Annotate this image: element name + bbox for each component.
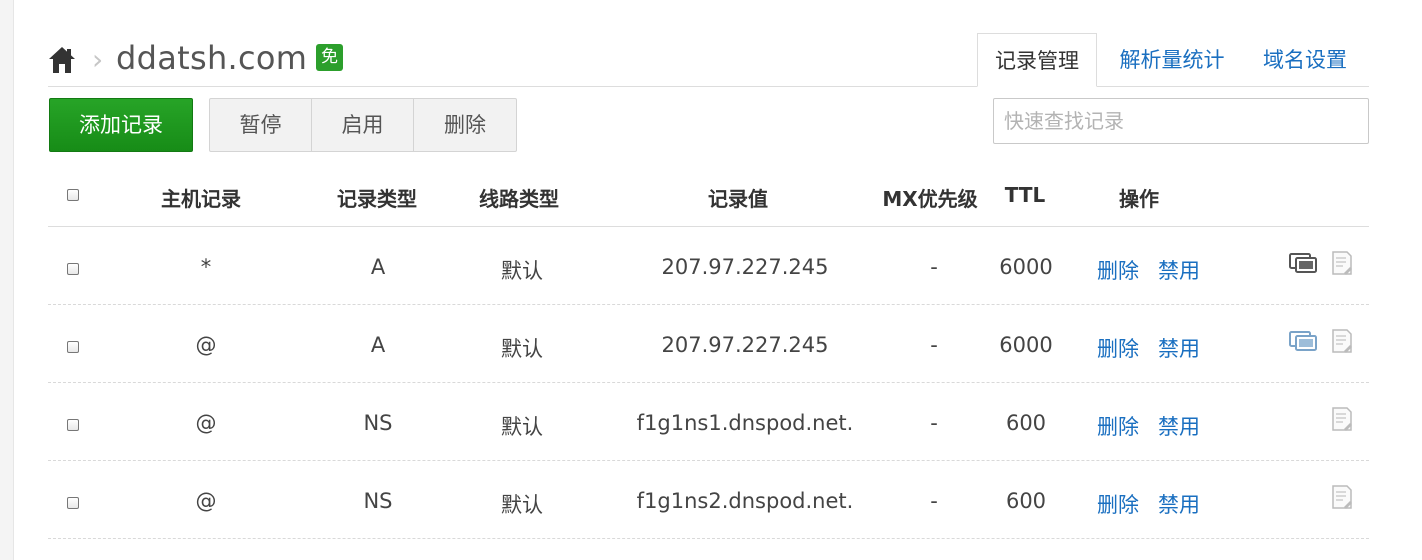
cell-type: A bbox=[370, 255, 386, 279]
cell-mx: - bbox=[930, 489, 938, 513]
row-disable-link[interactable]: 禁用 bbox=[1158, 333, 1200, 363]
table-row: @ A 默认 207.97.227.245 - 6000 删除 禁用 bbox=[48, 305, 1369, 383]
cell-ttl: 6000 bbox=[999, 333, 1053, 357]
cell-value: f1g1ns1.dnspod.net. bbox=[636, 411, 854, 435]
col-ops-header: 操作 bbox=[1119, 187, 1159, 211]
add-record-button[interactable]: 添加记录 bbox=[49, 98, 193, 152]
remark-icon[interactable] bbox=[1331, 251, 1353, 275]
remark-icon[interactable] bbox=[1331, 407, 1353, 431]
row-disable-link[interactable]: 禁用 bbox=[1158, 411, 1200, 441]
pause-button[interactable]: 暂停 bbox=[210, 99, 312, 151]
home-icon[interactable] bbox=[48, 45, 76, 75]
cell-mx: - bbox=[930, 411, 938, 435]
remark-icon[interactable] bbox=[1331, 485, 1353, 509]
col-host-header: 主机记录 bbox=[161, 187, 241, 211]
tab-record-management[interactable]: 记录管理 bbox=[977, 33, 1097, 87]
monitor-icon[interactable] bbox=[1289, 331, 1319, 353]
cell-line: 默认 bbox=[501, 337, 543, 361]
row-checkbox[interactable] bbox=[67, 497, 79, 509]
left-frame-border bbox=[0, 0, 14, 560]
cell-mx: - bbox=[930, 255, 938, 279]
table-row: @ NS 默认 f1g1ns2.dnspod.net. - 600 删除 禁用 bbox=[48, 461, 1369, 539]
cell-ttl: 600 bbox=[1005, 489, 1047, 513]
cell-value: f1g1ns2.dnspod.net. bbox=[636, 489, 854, 513]
cell-host: @ bbox=[195, 411, 217, 435]
table-row: * A 默认 207.97.227.245 - 6000 删除 禁用 bbox=[48, 227, 1369, 305]
domain-title: ddatsh.com bbox=[116, 39, 308, 77]
cell-value: 207.97.227.245 bbox=[661, 255, 829, 279]
monitor-icon[interactable] bbox=[1289, 253, 1319, 275]
col-ttl-header: TTL bbox=[1004, 183, 1046, 207]
col-type-header: 记录类型 bbox=[337, 187, 417, 211]
col-value-header: 记录值 bbox=[708, 187, 768, 211]
tab-resolution-stats[interactable]: 解析量统计 bbox=[1112, 33, 1232, 87]
row-checkbox[interactable] bbox=[67, 341, 79, 353]
cell-mx: - bbox=[930, 333, 938, 357]
tab-domain-settings[interactable]: 域名设置 bbox=[1246, 33, 1364, 87]
cell-type: NS bbox=[363, 489, 393, 513]
select-all-checkbox[interactable] bbox=[67, 189, 79, 201]
cell-line: 默认 bbox=[501, 259, 543, 283]
free-plan-badge: 免 bbox=[316, 44, 343, 71]
remark-icon[interactable] bbox=[1331, 329, 1353, 353]
delete-button[interactable]: 删除 bbox=[414, 99, 516, 151]
row-delete-link[interactable]: 删除 bbox=[1097, 489, 1139, 519]
row-delete-link[interactable]: 删除 bbox=[1097, 411, 1139, 441]
table-row: @ NS 默认 f1g1ns1.dnspod.net. - 600 删除 禁用 bbox=[48, 383, 1369, 461]
cell-host: * bbox=[200, 255, 212, 279]
row-disable-link[interactable]: 禁用 bbox=[1158, 489, 1200, 519]
record-action-group: 暂停 启用 删除 bbox=[209, 98, 517, 152]
cell-type: NS bbox=[363, 411, 393, 435]
enable-button[interactable]: 启用 bbox=[312, 99, 414, 151]
cell-type: A bbox=[370, 333, 386, 357]
col-line-header: 线路类型 bbox=[479, 187, 559, 211]
row-divider bbox=[48, 538, 1369, 539]
cell-line: 默认 bbox=[501, 493, 543, 517]
cell-ttl: 6000 bbox=[999, 255, 1053, 279]
row-checkbox[interactable] bbox=[67, 419, 79, 431]
cell-line: 默认 bbox=[501, 415, 543, 439]
row-delete-link[interactable]: 删除 bbox=[1097, 255, 1139, 285]
cell-ttl: 600 bbox=[1005, 411, 1047, 435]
cell-host: @ bbox=[195, 489, 217, 513]
row-disable-link[interactable]: 禁用 bbox=[1158, 255, 1200, 285]
breadcrumb-separator: › bbox=[92, 43, 104, 76]
quick-search-input[interactable] bbox=[993, 98, 1369, 144]
col-mx-header: MX优先级 bbox=[882, 187, 978, 211]
cell-host: @ bbox=[195, 333, 217, 357]
row-checkbox[interactable] bbox=[67, 263, 79, 275]
header-divider bbox=[48, 86, 1369, 87]
cell-value: 207.97.227.245 bbox=[661, 333, 829, 357]
row-delete-link[interactable]: 删除 bbox=[1097, 333, 1139, 363]
